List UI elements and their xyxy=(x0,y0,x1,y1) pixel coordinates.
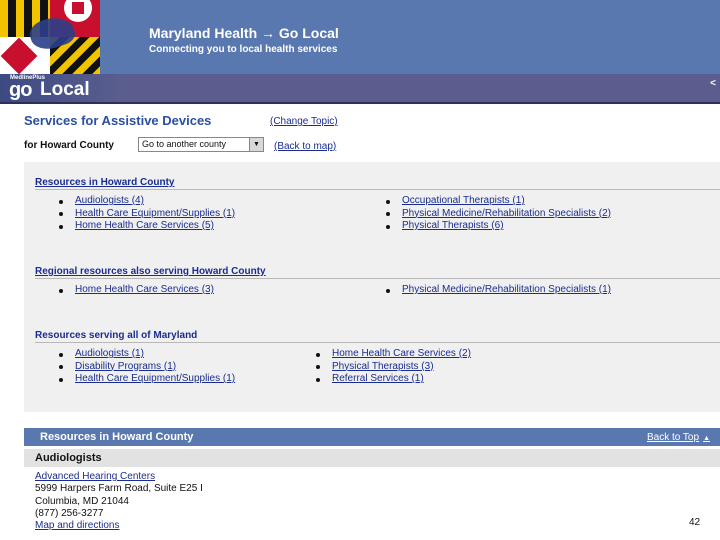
divider xyxy=(35,278,720,279)
back-to-top-link[interactable]: Back to Top ▲ xyxy=(647,432,710,443)
list-item[interactable]: Health Care Equipment/Supplies (1) xyxy=(59,208,235,221)
maryland-flag-logo xyxy=(0,0,100,74)
site-header: Maryland Health → Go Local Connecting yo… xyxy=(0,0,720,74)
change-topic-link[interactable]: (Change Topic) xyxy=(270,116,338,127)
list-item[interactable]: Physical Therapists (3) xyxy=(316,361,471,374)
provider-listing: Advanced Hearing Centers 5999 Harpers Fa… xyxy=(35,471,203,532)
list-item[interactable]: Audiologists (1) xyxy=(59,348,235,361)
provider-phone: (877) 256-3277 xyxy=(35,507,104,519)
list-item[interactable]: Referral Services (1) xyxy=(316,373,471,386)
resources-section-bar: Resources in Howard County Back to Top ▲ xyxy=(24,428,720,446)
provider-address-line1: 5999 Harpers Farm Road, Suite E25 I xyxy=(35,483,203,495)
county-resources-left: Audiologists (4) Health Care Equipment/S… xyxy=(59,195,235,233)
up-arrow-icon: ▲ xyxy=(703,435,710,442)
provider-address-line2: Columbia, MD 21044 xyxy=(35,495,129,507)
slide-page-number: 42 xyxy=(689,517,701,528)
list-item[interactable]: Health Care Equipment/Supplies (1) xyxy=(59,373,235,386)
regional-resources-left: Home Health Care Services (3) xyxy=(59,284,214,297)
go-local-logo[interactable]: MedlinePlus go Local xyxy=(0,74,118,102)
dropdown-arrow-icon[interactable]: ▼ xyxy=(249,138,263,151)
resources-section-title: Resources in Howard County xyxy=(40,431,194,443)
section-title-maryland: Resources serving all of Maryland xyxy=(35,330,198,341)
brand-bar: MedlinePlus go Local < xyxy=(0,74,720,104)
resources-panel: Resources in Howard County Audiologists … xyxy=(24,162,720,412)
list-item[interactable]: Home Health Care Services (2) xyxy=(316,348,471,361)
county-select-value: Go to another county xyxy=(142,139,227,149)
divider xyxy=(35,342,720,343)
go-label: go xyxy=(9,79,32,101)
category-bar: Audiologists xyxy=(24,449,720,467)
list-item[interactable]: Home Health Care Services (3) xyxy=(59,284,214,297)
list-item[interactable]: Audiologists (4) xyxy=(59,195,235,208)
county-label: for Howard County xyxy=(24,140,114,151)
category-title: Audiologists xyxy=(35,452,102,464)
regional-resources-right: Physical Medicine/Rehabilitation Special… xyxy=(386,284,611,297)
site-title: Maryland Health → Go Local xyxy=(149,25,339,41)
provider-name-link[interactable]: Advanced Hearing Centers xyxy=(35,471,155,482)
list-item[interactable]: Physical Medicine/Rehabilitation Special… xyxy=(386,284,611,297)
back-to-map-link[interactable]: (Back to map) xyxy=(274,141,336,152)
list-item[interactable]: Occupational Therapists (1) xyxy=(386,195,611,208)
county-select[interactable]: Go to another county ▼ xyxy=(138,137,264,152)
map-directions-link[interactable]: Map and directions xyxy=(35,520,120,531)
list-item[interactable]: Disability Programs (1) xyxy=(59,361,235,374)
list-item[interactable]: Home Health Care Services (5) xyxy=(59,220,235,233)
site-subtitle: Connecting you to local health services xyxy=(149,44,338,55)
county-resources-right: Occupational Therapists (1) Physical Med… xyxy=(386,195,611,233)
section-title-regional[interactable]: Regional resources also serving Howard C… xyxy=(35,266,266,277)
list-item[interactable]: Physical Therapists (6) xyxy=(386,220,611,233)
page-title: Services for Assistive Devices xyxy=(24,113,212,128)
maryland-resources-right: Home Health Care Services (2) Physical T… xyxy=(316,348,471,386)
section-title-county[interactable]: Resources in Howard County xyxy=(35,177,174,188)
list-item[interactable]: Physical Medicine/Rehabilitation Special… xyxy=(386,208,611,221)
collapse-arrow-icon[interactable]: < xyxy=(710,78,716,89)
maryland-resources-left: Audiologists (1) Disability Programs (1)… xyxy=(59,348,235,386)
local-label: Local xyxy=(40,79,90,100)
divider xyxy=(35,189,720,190)
